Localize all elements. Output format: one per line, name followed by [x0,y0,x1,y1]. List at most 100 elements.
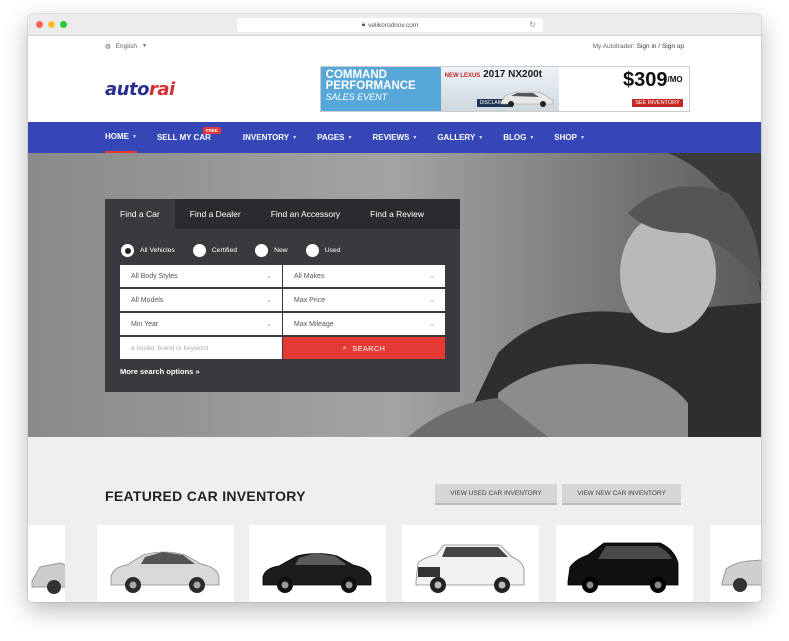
car-image [415,544,525,593]
radio-used[interactable]: Used [305,244,341,257]
search-button[interactable]: ⌕ SEARCH [283,337,445,359]
hero-section: Find a Car Find a Dealer Find an Accesso… [28,153,761,437]
window-controls [36,21,67,28]
select-value: All Body Styles [131,272,178,280]
chevron-down-icon: ▼ [347,134,353,141]
featured-title: FEATURED CAR INVENTORY [105,488,306,504]
makes-select[interactable]: All Makes ⌄ [283,265,445,287]
view-new-inventory-button[interactable]: VIEW NEW CAR INVENTORY [562,484,681,505]
radio-label: Certified [211,247,238,254]
browser-chrome: 🔒︎ velikorodnov.com ↻ [28,14,761,36]
ad-headline-block: COMMAND PERFORMANCE SALES EVENT [320,67,441,111]
reload-icon[interactable]: ↻ [529,20,536,29]
language-selector[interactable]: ◍ English ▼ [105,42,147,51]
car-card-black-sedan[interactable] [249,525,386,602]
max-mileage-select[interactable]: Max Mileage ⌄ [283,313,445,335]
chevron-down-icon: ▼ [142,43,147,49]
chevron-down-icon: ▼ [579,134,585,141]
nav-item-inventory[interactable]: INVENTORY ▼ [243,122,297,153]
language-label: English [115,42,137,50]
select-value: All Models [131,296,164,304]
nav-item-home[interactable]: HOME ▼ [105,122,137,153]
search-fields: All Body Styles ⌄ All Makes ⌄ All Models ⌄ … [105,265,460,359]
radio-label: Used [324,247,341,254]
car-card-partial-left[interactable] [28,525,65,602]
address-bar[interactable]: 🔒︎ velikorodnov.com ↻ [237,18,543,32]
models-select[interactable]: All Models ⌄ [120,289,282,311]
car-image [110,551,220,593]
main-nav: HOME ▼ SELL MY CAR FREE INVENTORY ▼ PAGES ▼ … [28,122,761,153]
ad-banner[interactable]: COMMAND PERFORMANCE SALES EVENT NEW LEXU… [319,66,690,112]
nav-item-gallery[interactable]: GALLERY ▼ [437,122,483,153]
ad-model: NEW LEXUS 2017 NX200t [445,69,555,80]
nav-label: GALLERY [437,133,476,142]
nav-label: BLOG [503,133,527,142]
search-icon: ⌕ [342,343,348,352]
ad-model-name: 2017 NX200t [483,69,543,80]
car-card-white-suv[interactable] [402,525,539,602]
chevron-down-icon: ▼ [478,134,484,141]
ad-model-prefix: NEW LEXUS [444,73,481,79]
ad-headline-3: SALES EVENT [325,92,388,102]
radio-unchecked-icon [255,244,269,257]
double-chevron-right-icon: » [195,367,200,376]
ad-cta-button[interactable]: SEE INVENTORY [632,99,683,107]
nav-label: SELL MY CAR [156,133,211,142]
nav-item-shop[interactable]: SHOP ▼ [554,122,585,153]
ad-price-block: $309/MO SEE INVENTORY [558,67,689,111]
car-card-silver-sedan[interactable] [97,525,234,602]
nav-label: REVIEWS [372,133,410,142]
ad-car-image [500,91,553,107]
chevron-down-icon: ▼ [529,134,535,141]
more-search-options-link[interactable]: More search options » [105,359,460,384]
browser-window: 🔒︎ velikorodnov.com ↻ ◍ English ▼ My Aut… [28,14,761,602]
body-style-select[interactable]: All Body Styles ⌄ [120,265,282,287]
radio-all-vehicles[interactable]: All Vehicles [121,244,175,257]
min-year-select[interactable]: Min Year ⌄ [120,313,282,335]
ad-price-value: $309 [623,69,668,91]
select-value: Max Price [294,296,326,304]
chevron-down-icon: ⌄ [429,273,435,280]
sign-in-link[interactable]: Sign in / Sign up [637,43,684,50]
select-value: All Makes [294,272,325,280]
nav-label: INVENTORY [242,133,290,142]
logo-part-rai: rai [148,78,175,100]
tab-find-a-review[interactable]: Find a Review [355,199,439,229]
chevron-down-icon: ▼ [132,133,137,140]
radio-new[interactable]: New [255,244,288,257]
site-header: autorai COMMAND PERFORMANCE SALES EVENT … [28,56,761,122]
max-price-select[interactable]: Max Price ⌄ [283,289,445,311]
site-logo[interactable]: autorai [105,79,175,100]
maximize-window-button[interactable] [60,21,67,28]
tab-find-a-dealer[interactable]: Find a Dealer [175,199,256,229]
nav-item-pages[interactable]: PAGES ▼ [317,122,352,153]
account-prefix: My Autotrader: [592,42,635,50]
keyword-input[interactable]: a model, brand or keyword [120,337,282,359]
radio-checked-icon [121,244,134,257]
tab-find-an-accessory[interactable]: Find an Accessory [256,199,355,229]
chevron-down-icon: ▼ [292,134,298,141]
chevron-down-icon: ⌄ [429,321,435,328]
minimize-window-button[interactable] [48,21,55,28]
chevron-down-icon: ⌄ [429,297,435,304]
free-badge: FREE [202,127,221,134]
car-card-partial-right[interactable] [710,525,761,602]
nav-item-blog[interactable]: BLOG ▼ [503,122,534,153]
url-text: velikorodnov.com [368,21,419,29]
nav-item-sell-my-car[interactable]: SELL MY CAR FREE [156,122,221,153]
tab-find-a-car[interactable]: Find a Car [105,199,175,229]
account-area: My Autotrader: Sign in / Sign up [593,43,684,50]
ad-price: $309/MO [565,69,683,91]
view-used-inventory-button[interactable]: VIEW USED CAR INVENTORY [435,484,557,505]
ad-model-block: NEW LEXUS 2017 NX200t DISCLAIMER [440,67,559,111]
car-card-black-minivan[interactable] [556,525,693,602]
search-tabs: Find a Car Find a Dealer Find an Accesso… [105,199,460,229]
search-button-label: SEARCH [352,343,386,353]
car-image [262,553,372,593]
nav-label: HOME [105,132,129,141]
nav-label: PAGES [317,133,345,142]
nav-item-reviews[interactable]: REVIEWS ▼ [372,122,417,153]
close-window-button[interactable] [36,21,43,28]
radio-certified[interactable]: Certified [192,244,238,257]
logo-part-auto: auto [105,78,149,100]
